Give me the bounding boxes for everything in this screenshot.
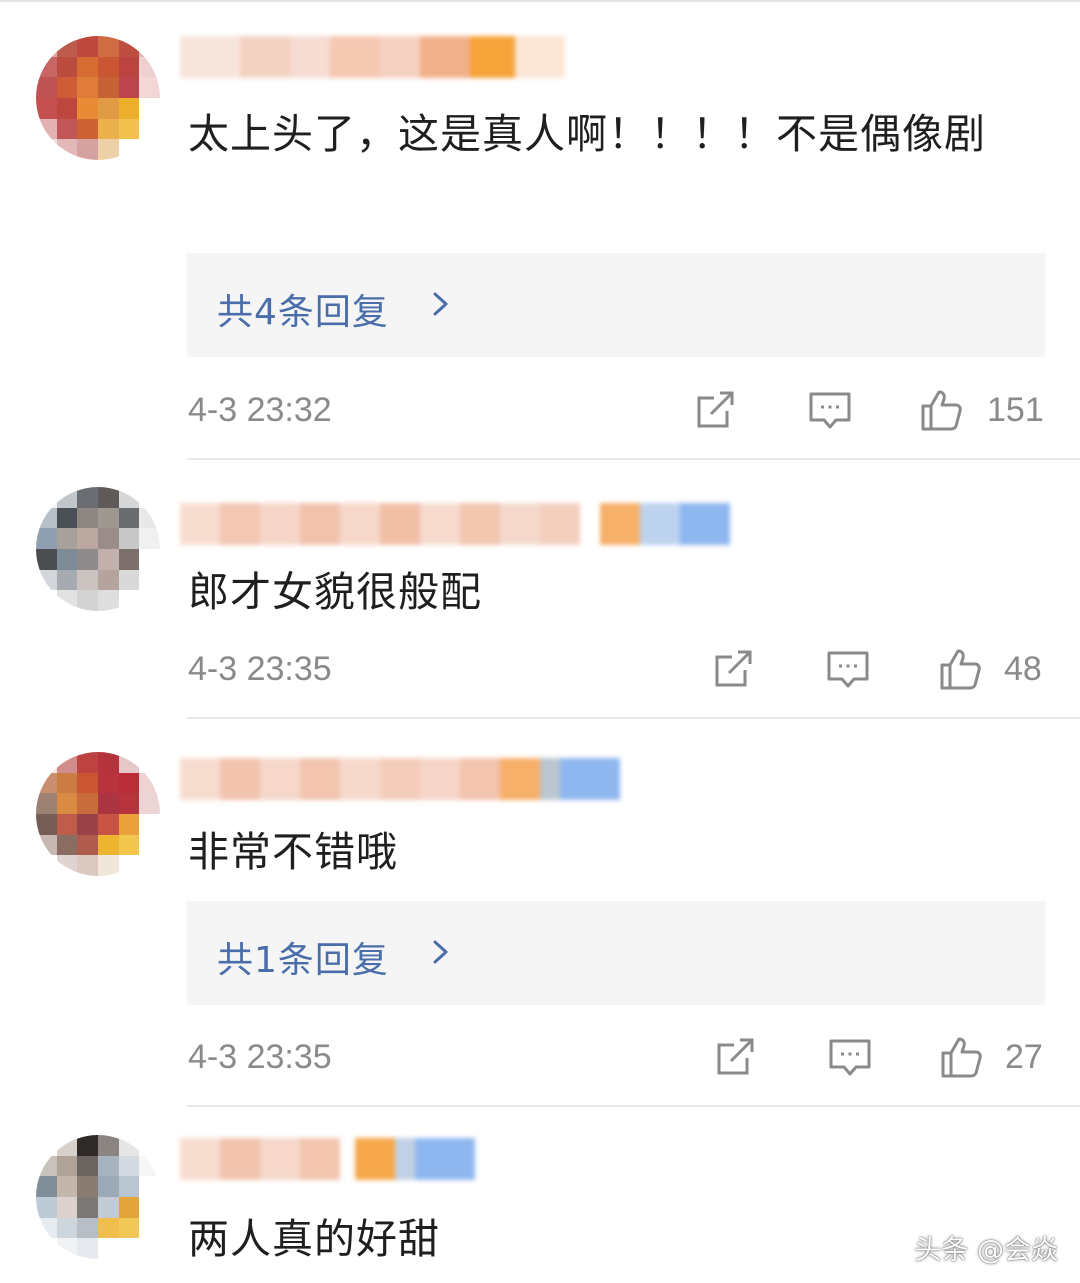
replies-button[interactable]: 共4条回复 [187,253,1045,357]
replies-button[interactable]: 共1条回复 [187,901,1045,1005]
username-blurred[interactable] [180,1138,475,1180]
watermark: 头条 @会焱 [914,1235,1058,1266]
chevron-right-icon [433,940,448,964]
username-blurred[interactable] [180,36,565,78]
thumbs-up-icon[interactable] [918,387,964,433]
avatar[interactable] [36,1135,160,1259]
comment-actions: 4-3 23:35 27 [0,1028,1080,1088]
avatar[interactable] [36,752,160,876]
comment-text: 郎才女貌很般配 [188,568,482,616]
comment-icon[interactable] [807,387,853,433]
comment-actions: 4-3 23:32 151 [0,381,1080,441]
divider [187,1105,1080,1107]
share-icon[interactable] [693,387,739,433]
chevron-right-icon [433,292,448,316]
timestamp: 4-3 23:32 [188,391,332,429]
replies-label: 共1条回复 [217,940,389,981]
replies-label: 共4条回复 [217,292,389,333]
timestamp: 4-3 23:35 [188,650,332,688]
comment-icon[interactable] [825,646,871,692]
timestamp: 4-3 23:35 [188,1038,332,1076]
comment-text: 太上头了，这是真人啊！！！！不是偶像剧 [188,110,986,158]
comment-actions: 4-3 23:35 48 [0,640,1080,700]
top-border [0,0,1080,2]
share-icon[interactable] [711,646,757,692]
like-count: 151 [987,391,1044,429]
share-icon[interactable] [713,1034,759,1080]
thumbs-up-icon[interactable] [938,1034,984,1080]
username-blurred[interactable] [180,758,620,800]
divider [187,458,1080,460]
divider [187,717,1080,719]
comment-text: 非常不错哦 [188,828,398,876]
like-count: 48 [1004,650,1042,688]
avatar[interactable] [36,36,160,160]
username-blurred[interactable] [180,503,730,545]
avatar[interactable] [36,487,160,611]
thumbs-up-icon[interactable] [937,646,983,692]
like-count: 27 [1005,1038,1043,1076]
comment-icon[interactable] [827,1034,873,1080]
